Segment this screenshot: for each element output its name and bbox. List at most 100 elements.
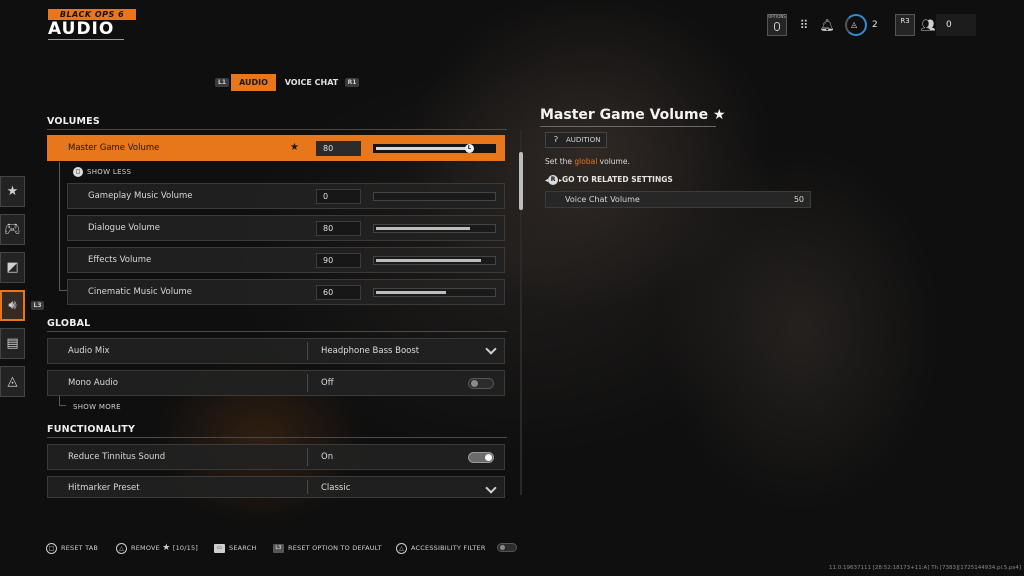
l1-hint: L1 <box>215 78 229 87</box>
show-less-link[interactable]: SHOW LESS <box>87 168 131 176</box>
options-button[interactable]: OPTIONS <box>767 14 787 36</box>
prestige-icon: ◬ <box>851 20 858 29</box>
remove-favorite-action[interactable]: △ REMOVE ★ [10/15] <box>116 542 198 554</box>
related-voice-chat-row[interactable]: Voice Chat Volume 50 <box>545 191 811 208</box>
chevron-down-icon[interactable] <box>485 343 497 355</box>
mono-audio-value: Off <box>321 378 334 388</box>
effects-volume-slider[interactable] <box>373 256 496 265</box>
row-divider <box>307 448 308 466</box>
chevron-down-icon[interactable] <box>485 482 497 494</box>
accessibility-label: ACCESSIBILITY FILTER <box>411 544 486 552</box>
master-volume-slider[interactable]: L <box>373 144 496 153</box>
tree-line-end <box>59 405 66 406</box>
interface-icon: ▤ <box>6 336 19 351</box>
dialogue-volume-label: Dialogue Volume <box>88 223 161 233</box>
star-icon: ★ <box>162 543 171 553</box>
detail-title: Master Game Volume ★ <box>540 107 726 123</box>
party-count-box[interactable]: 0 <box>936 14 976 36</box>
mono-audio-label: Mono Audio <box>68 378 118 388</box>
accessibility-filter-toggle[interactable] <box>497 543 517 552</box>
effects-volume-row[interactable]: Effects Volume 90 <box>67 247 505 273</box>
tinnitus-toggle[interactable] <box>468 452 494 463</box>
tinnitus-row[interactable]: Reduce Tinnitus Sound On <box>47 444 505 470</box>
desc-before: Set the <box>545 157 575 166</box>
square-button-icon: □ <box>46 542 57 554</box>
rail-audio[interactable]: 🔊︎ <box>0 290 25 321</box>
desc-highlight: global <box>574 157 598 166</box>
hitmarker-row[interactable]: Hitmarker Preset Classic <box>47 476 505 498</box>
master-volume-row[interactable]: Master Game Volume ★ 80 L <box>47 135 505 161</box>
rail-controller[interactable]: 🎮︎ <box>0 214 25 245</box>
audition-label: AUDITION <box>566 136 601 144</box>
dialogue-volume-row[interactable]: Dialogue Volume 80 <box>67 215 505 241</box>
detail-underline <box>540 126 716 127</box>
row-divider <box>307 480 308 494</box>
dialogue-volume-slider[interactable] <box>373 224 496 233</box>
tab-audio[interactable]: AUDIO <box>231 74 276 91</box>
hitmarker-value[interactable]: Classic <box>321 477 350 497</box>
tinnitus-label: Reduce Tinnitus Sound <box>68 452 166 462</box>
dialogue-volume-value[interactable]: 80 <box>316 221 361 236</box>
r1-hint: R1 <box>345 78 359 87</box>
cinematic-music-value[interactable]: 60 <box>316 285 361 300</box>
level-progress-icon[interactable]: ◬ <box>845 14 867 36</box>
display-icon: ◩ <box>6 260 19 275</box>
l3-hint: L3 <box>31 301 44 310</box>
cinematic-music-row[interactable]: Cinematic Music Volume 60 <box>67 279 505 305</box>
notification-bell-icon[interactable]: 🔔︎ <box>816 14 838 36</box>
gameplay-music-value[interactable]: 0 <box>316 189 361 204</box>
cinematic-music-label: Cinematic Music Volume <box>88 287 192 297</box>
audition-button[interactable]: ʔ AUDITION <box>545 132 607 148</box>
scrollbar-thumb[interactable] <box>519 152 523 210</box>
grid-menu-icon[interactable]: ⠿ <box>793 14 815 36</box>
row-divider <box>307 374 308 392</box>
gameplay-music-slider[interactable] <box>373 192 496 201</box>
desc-after: volume. <box>597 157 630 166</box>
slider-fill <box>376 291 446 294</box>
audio-mix-value[interactable]: Headphone Bass Boost <box>321 339 419 363</box>
l3-button-icon: L3 <box>273 543 284 553</box>
rail-interface[interactable]: ▤ <box>0 328 25 359</box>
related-heading-text: GO TO RELATED SETTINGS <box>562 175 673 184</box>
section-rule <box>47 331 507 332</box>
search-label: SEARCH <box>229 544 257 552</box>
title-underline <box>48 39 124 40</box>
mono-audio-toggle[interactable] <box>468 378 494 389</box>
favorite-star-icon[interactable]: ★ <box>713 107 726 123</box>
slider-fill <box>376 227 470 230</box>
reset-default-label: RESET OPTION TO DEFAULT <box>288 544 382 552</box>
gameplay-music-row[interactable]: Gameplay Music Volume 0 <box>67 183 505 209</box>
mono-audio-row[interactable]: Mono Audio Off <box>47 370 505 396</box>
rail-favorites[interactable]: ★ <box>0 176 25 207</box>
effects-volume-value[interactable]: 90 <box>316 253 361 268</box>
audio-mix-row[interactable]: Audio Mix Headphone Bass Boost <box>47 338 505 364</box>
page-title: AUDIO <box>48 19 115 39</box>
triangle-button-icon: △ <box>396 542 407 554</box>
show-less-icon: ◻ <box>73 167 83 177</box>
rail-graphics[interactable]: ◩ <box>0 252 25 283</box>
reset-tab-action[interactable]: □ RESET TAB <box>46 542 98 554</box>
gamepad-icon: 🎮︎ <box>4 222 21 237</box>
master-volume-value[interactable]: 80 <box>316 141 361 156</box>
row-divider <box>307 342 308 360</box>
options-label: OPTIONS <box>768 14 786 19</box>
slider-fill <box>376 147 470 150</box>
r3-button[interactable]: R3 <box>895 14 915 36</box>
reset-tab-label: RESET TAB <box>61 544 99 552</box>
favorite-star-icon[interactable]: ★ <box>290 136 299 160</box>
related-settings-heading: ◂ R ▸GO TO RELATED SETTINGS <box>545 175 673 185</box>
ear-icon: ʔ <box>554 135 559 144</box>
tree-line-end <box>59 290 67 291</box>
rail-network[interactable]: ◬ <box>0 366 25 397</box>
accessibility-filter-action[interactable]: △ ACCESSIBILITY FILTER <box>396 542 486 554</box>
tab-voice-chat[interactable]: VOICE CHAT <box>284 74 339 91</box>
gameplay-music-label: Gameplay Music Volume <box>88 191 193 201</box>
show-more-link[interactable]: SHOW MORE <box>73 403 121 411</box>
slider-knob[interactable]: L <box>465 144 474 153</box>
tinnitus-value: On <box>321 452 334 462</box>
search-action[interactable]: ▭ SEARCH <box>214 542 257 554</box>
r3-label: R3 <box>900 17 910 25</box>
star-icon: ★ <box>6 184 19 199</box>
cinematic-music-slider[interactable] <box>373 288 496 297</box>
reset-default-action[interactable]: L3 RESET OPTION TO DEFAULT <box>273 542 382 554</box>
